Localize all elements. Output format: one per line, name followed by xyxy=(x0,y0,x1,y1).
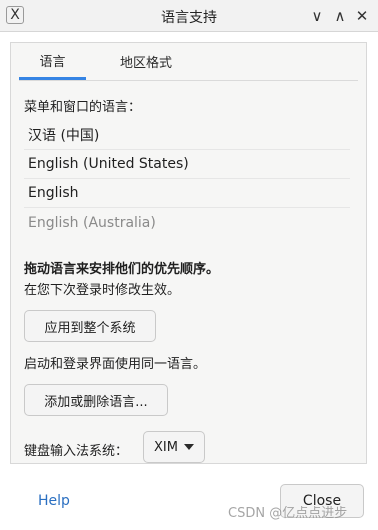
tab-divider xyxy=(19,80,358,81)
language-list[interactable]: 汉语 (中国) English (United States) English … xyxy=(24,121,350,237)
minimize-icon[interactable]: ∨ xyxy=(306,5,328,27)
language-item[interactable]: English (United States) xyxy=(24,150,350,179)
language-item-disabled[interactable]: English (Australia) xyxy=(24,208,350,237)
input-method-value: XIM xyxy=(154,439,178,455)
close-icon[interactable]: ✕ xyxy=(351,5,373,27)
language-item[interactable]: English xyxy=(24,179,350,208)
maximize-icon[interactable]: ∧ xyxy=(329,5,351,27)
watermark: CSDN @亿点点进步 xyxy=(228,506,348,521)
tab-regional-formats[interactable]: 地区格式 xyxy=(101,43,191,80)
apply-system-wide-button[interactable]: 应用到整个系统 xyxy=(24,310,156,342)
chevron-down-icon xyxy=(183,444,194,450)
input-method-label: 键盘输入法系统： xyxy=(24,444,129,459)
tab-bar: 语言 地区格式 xyxy=(19,43,358,80)
drag-hint: 拖动语言来安排他们的优先顺序。 xyxy=(24,262,220,277)
window-titlebar: X 语言支持 ∨ ∧ ✕ xyxy=(0,0,378,32)
effect-hint: 在您下次登录时修改生效。 xyxy=(24,283,181,298)
add-remove-languages-button[interactable]: 添加或删除语言... xyxy=(24,384,168,416)
language-heading: 菜单和窗口的语言： xyxy=(24,100,142,115)
input-method-dropdown[interactable]: XIM xyxy=(143,431,205,463)
login-hint: 启动和登录界面使用同一语言。 xyxy=(24,357,207,372)
language-item[interactable]: 汉语 (中国) xyxy=(24,121,350,150)
help-button[interactable]: Help xyxy=(38,493,70,509)
tab-language[interactable]: 语言 xyxy=(19,43,86,80)
